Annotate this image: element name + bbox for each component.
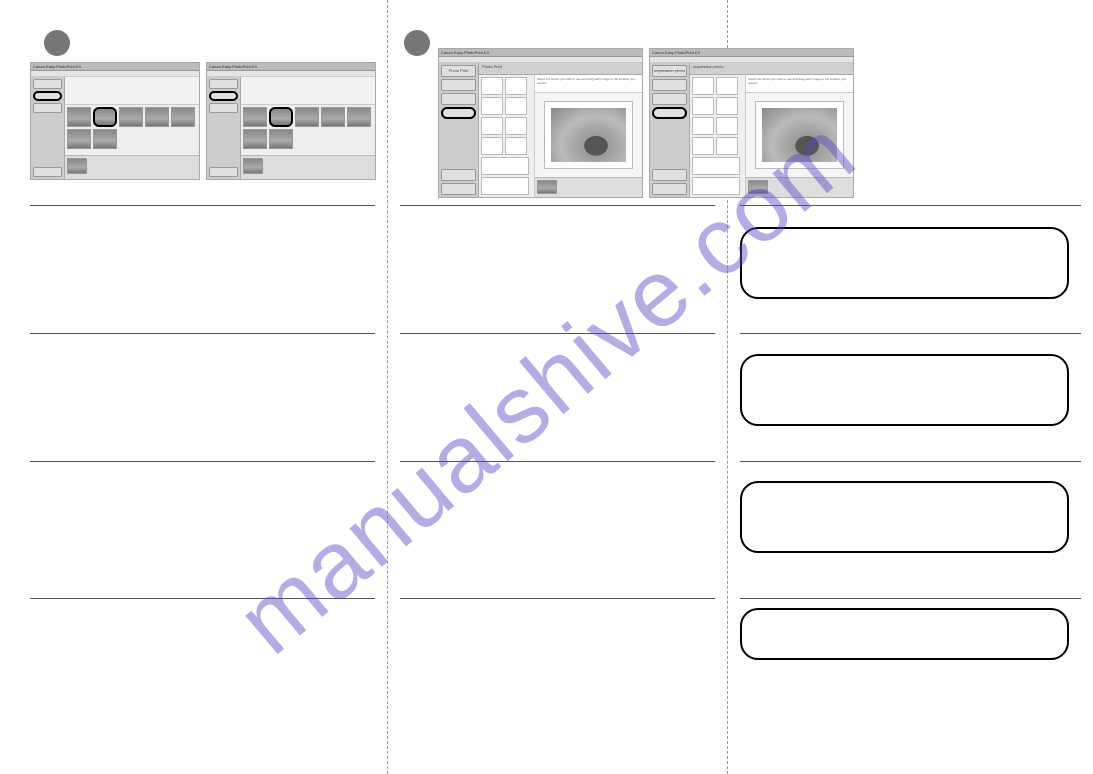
sidebar-photo-print[interactable]: Photo Print: [441, 65, 476, 77]
selection-tray: [65, 155, 199, 179]
manual-page-middle: Canon Easy-PhotoPrint EX Photo Print Pho…: [388, 0, 728, 774]
manual-page-left: Canon Easy-PhotoPrint EX: [0, 0, 388, 774]
window-title: Canon Easy-PhotoPrint EX: [209, 64, 257, 69]
sidebar-exit-button[interactable]: [209, 167, 238, 177]
preview-photo: [551, 108, 625, 161]
sidebar-menu-button[interactable]: [209, 79, 238, 89]
window-title: Canon Easy-PhotoPrint EX: [33, 64, 81, 69]
sidebar-print-button[interactable]: [441, 107, 476, 119]
layout-header: Photo Print: [479, 63, 642, 75]
note-box: [740, 608, 1069, 660]
screenshot-layout-en: Canon Easy-PhotoPrint EX Photo Print Pho…: [438, 48, 643, 198]
sidebar-exit-button[interactable]: [652, 183, 687, 195]
app-sidebar: [31, 77, 65, 179]
thumbnail-grid[interactable]: [65, 105, 199, 155]
sidebar-select-paper[interactable]: [652, 79, 687, 91]
screenshot-browse-en: Canon Easy-PhotoPrint EX: [30, 62, 200, 180]
step-bullet: [404, 30, 430, 56]
sidebar-menu-button[interactable]: [33, 79, 62, 89]
window-title: Canon Easy-PhotoPrint EX: [652, 50, 700, 55]
folder-tree[interactable]: [241, 77, 375, 105]
sidebar-exit-button[interactable]: [441, 183, 476, 195]
sidebar-help-button[interactable]: [441, 169, 476, 181]
sidebar-print-button[interactable]: [209, 103, 238, 113]
selected-thumb[interactable]: [93, 107, 117, 127]
manual-page-right: [728, 0, 1093, 774]
sidebar-layout-print[interactable]: [441, 93, 476, 105]
note-box: [740, 481, 1069, 553]
thumbnail-grid[interactable]: [241, 105, 375, 155]
layout-options[interactable]: [479, 75, 535, 197]
sidebar-photo-print[interactable]: Impression photo: [652, 65, 687, 77]
note-box: [740, 354, 1069, 426]
sidebar-help-button[interactable]: [652, 169, 687, 181]
print-preview: Select the layout you wish to use and dr…: [535, 75, 642, 197]
screenshot-row: Canon Easy-PhotoPrint EX: [30, 62, 376, 180]
step-bullet: [44, 30, 70, 56]
note-box: [740, 227, 1069, 299]
app-sidebar: [207, 77, 241, 179]
window-title: Canon Easy-PhotoPrint EX: [441, 50, 489, 55]
sidebar-layout-print[interactable]: [652, 93, 687, 105]
screenshot-browse-fr: Canon Easy-PhotoPrint EX: [206, 62, 376, 180]
sidebar-exit-button[interactable]: [33, 167, 62, 177]
sidebar-print-button[interactable]: [33, 103, 62, 113]
sidebar-select-button[interactable]: [209, 91, 238, 101]
selected-thumb[interactable]: [269, 107, 293, 127]
app-sidebar: Photo Print: [439, 63, 479, 197]
app-sidebar: Impression photo: [650, 63, 690, 197]
selection-tray: [241, 155, 375, 179]
sidebar-select-button[interactable]: [33, 91, 62, 101]
sidebar-print-button[interactable]: [652, 107, 687, 119]
sidebar-select-paper[interactable]: [441, 79, 476, 91]
folder-tree[interactable]: [65, 77, 199, 105]
